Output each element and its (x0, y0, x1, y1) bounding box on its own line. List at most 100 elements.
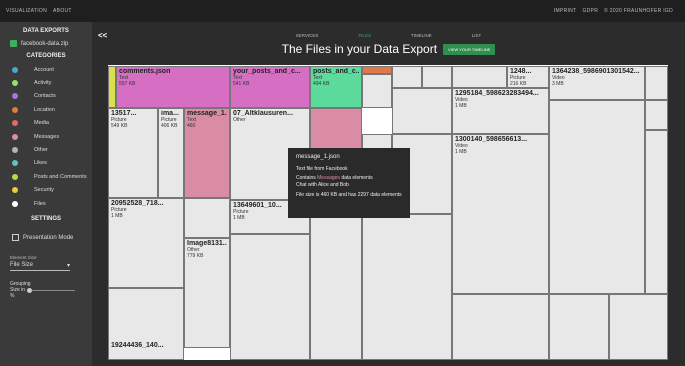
tile-19244436[interactable]: 19244436_140... (108, 288, 184, 360)
tile-video-1364238[interactable]: 1364238_5986901301542... Video 3 MB (549, 66, 645, 100)
tile-small[interactable] (645, 66, 668, 100)
tile-size: 557 KB (119, 80, 136, 87)
tile-size: 779 KB (187, 252, 204, 259)
category-label: Other (34, 147, 48, 154)
checkbox-icon[interactable] (12, 234, 19, 242)
tile-video-1295184[interactable]: 1295184_598623283494... Video 1 MB (452, 88, 549, 134)
tile-small[interactable] (392, 66, 422, 88)
top-bar: VISUALIZATION ABOUT IMPRINT GDPR © 2020 FRA… (0, 0, 685, 22)
tile-name: your_posts_and_c... (233, 68, 301, 75)
tile-name: comments.json (119, 68, 171, 75)
page-title: The Files in your Data Export VIEW YOUR T… (92, 42, 685, 56)
tile-name: 1300140_598656613... (455, 136, 528, 143)
category-item[interactable]: Contacts (0, 90, 92, 103)
nav-imprint[interactable]: IMPRINT (554, 8, 577, 14)
tooltip-title: message_1.json (296, 154, 340, 160)
category-item[interactable]: Likes (0, 157, 92, 170)
tab-files[interactable]: FILES (358, 33, 371, 38)
category-label: Likes (34, 160, 47, 167)
nav-gdpr[interactable]: GDPR (582, 8, 598, 14)
tile-message-1[interactable]: message_1... Text 460 (184, 108, 230, 198)
category-item[interactable]: Security (0, 184, 92, 197)
file-tooltip: message_1.json Text file from Facebook C… (288, 148, 410, 218)
tile-small[interactable] (645, 100, 668, 130)
tab-timeline[interactable]: TIMELINE (411, 33, 432, 38)
tile-your-posts[interactable]: your_posts_and_c... Text 541 KB (230, 66, 310, 108)
tile-name: 19244436_140... (111, 342, 164, 349)
tile-small[interactable] (230, 234, 310, 360)
tile-small[interactable] (645, 130, 668, 294)
tile-size: 460 (187, 122, 196, 129)
category-item[interactable]: Activity (0, 76, 92, 89)
category-item[interactable]: Other (0, 143, 92, 156)
tile-size: 1 MB (455, 102, 467, 109)
tile-small[interactable] (549, 100, 645, 294)
presentation-mode-toggle[interactable]: Presentation Mode (12, 234, 92, 242)
category-item[interactable]: Account (0, 63, 92, 76)
tile-small[interactable] (362, 214, 452, 360)
tile-small[interactable] (184, 198, 230, 238)
category-dot-icon (12, 200, 18, 207)
nav-visualization[interactable]: VISUALIZATION (6, 8, 47, 14)
tile-size: 1 MB (111, 212, 123, 219)
category-label: Media (34, 120, 49, 127)
tile-ima[interactable]: ima... Picture 406 KB (158, 108, 184, 198)
tile-size: 541 KB (233, 80, 250, 87)
categories-heading: CATEGORIES (26, 53, 66, 59)
tile-1248[interactable]: 1248... Picture 216 KB (507, 66, 549, 88)
tile-name: 1295184_598623283494... (455, 90, 539, 97)
tile-misc[interactable] (108, 66, 116, 108)
category-dot-icon (12, 66, 18, 73)
copyright: © 2020 FRAUNHOFER IGD (604, 8, 673, 14)
tooltip-chat: Chat with Alice and Bob (296, 181, 349, 188)
tile-small[interactable] (310, 214, 362, 360)
tile-small[interactable] (609, 294, 668, 360)
category-dot-icon (12, 120, 18, 127)
category-dot-icon (12, 187, 18, 194)
element-size-value: File Size (10, 262, 34, 269)
category-item[interactable]: Media (0, 117, 92, 130)
tile-20952528[interactable]: 20952528_718... Picture 1 MB (108, 198, 184, 288)
element-size-select[interactable]: File Size ▾ (10, 262, 70, 272)
tile-small[interactable] (452, 66, 507, 88)
category-dot-icon (12, 93, 18, 100)
tab-list[interactable]: LIST (472, 33, 482, 38)
tile-small[interactable] (452, 294, 549, 360)
nav-about[interactable]: ABOUT (53, 8, 72, 14)
category-item[interactable]: Location (0, 103, 92, 116)
category-item[interactable]: Messages (0, 130, 92, 143)
slider-handle[interactable] (27, 287, 33, 293)
tile-location[interactable] (362, 66, 392, 74)
view-timeline-button[interactable]: VIEW YOUR TIMELINE (443, 44, 496, 56)
tile-small[interactable] (362, 74, 392, 108)
tile-size: 1 MB (455, 148, 467, 155)
data-exports-heading: DATA EXPORTS (23, 28, 69, 34)
tile-size: 216 KB (510, 80, 527, 87)
category-label: Security (34, 187, 54, 194)
tile-small[interactable] (392, 88, 452, 134)
tile-size: 1 MB (233, 214, 245, 221)
chevron-down-icon: ▾ (66, 263, 70, 270)
settings-heading: SETTINGS (30, 216, 61, 223)
tile-size: 3 MB (552, 80, 564, 87)
tile-comments[interactable]: comments.json Text 557 KB (116, 66, 230, 108)
export-file-item[interactable]: facebook-data.zip (10, 40, 92, 47)
size-unit: % (10, 293, 15, 300)
tile-video-1300140[interactable]: 1300140_598656613... Video 1 MB (452, 134, 549, 294)
checkbox-checked-icon[interactable] (10, 40, 17, 47)
tile-posts[interactable]: posts_and_c... Text 494 KB (310, 66, 362, 108)
tile-size: 549 KB (111, 122, 128, 129)
tile-small[interactable] (549, 294, 609, 360)
tab-services[interactable]: SERVICES (296, 33, 319, 38)
category-item[interactable]: Files (0, 197, 92, 210)
tile-13517[interactable]: 13517... Picture 549 KB (108, 108, 158, 198)
tile-small[interactable] (422, 66, 452, 88)
tile-size: 494 KB (313, 80, 330, 87)
tile-image8131[interactable]: Image8131... Other 779 KB (184, 238, 230, 348)
tile-size: 406 KB (161, 122, 178, 129)
category-item[interactable]: Posts and Comments (0, 170, 92, 183)
category-label: Contacts (34, 93, 56, 100)
view-tabs: SERVICES FILES TIMELINE LIST (92, 33, 685, 38)
grouping-slider[interactable] (27, 287, 76, 293)
tooltip-type: Text file from Facebook (296, 165, 348, 172)
